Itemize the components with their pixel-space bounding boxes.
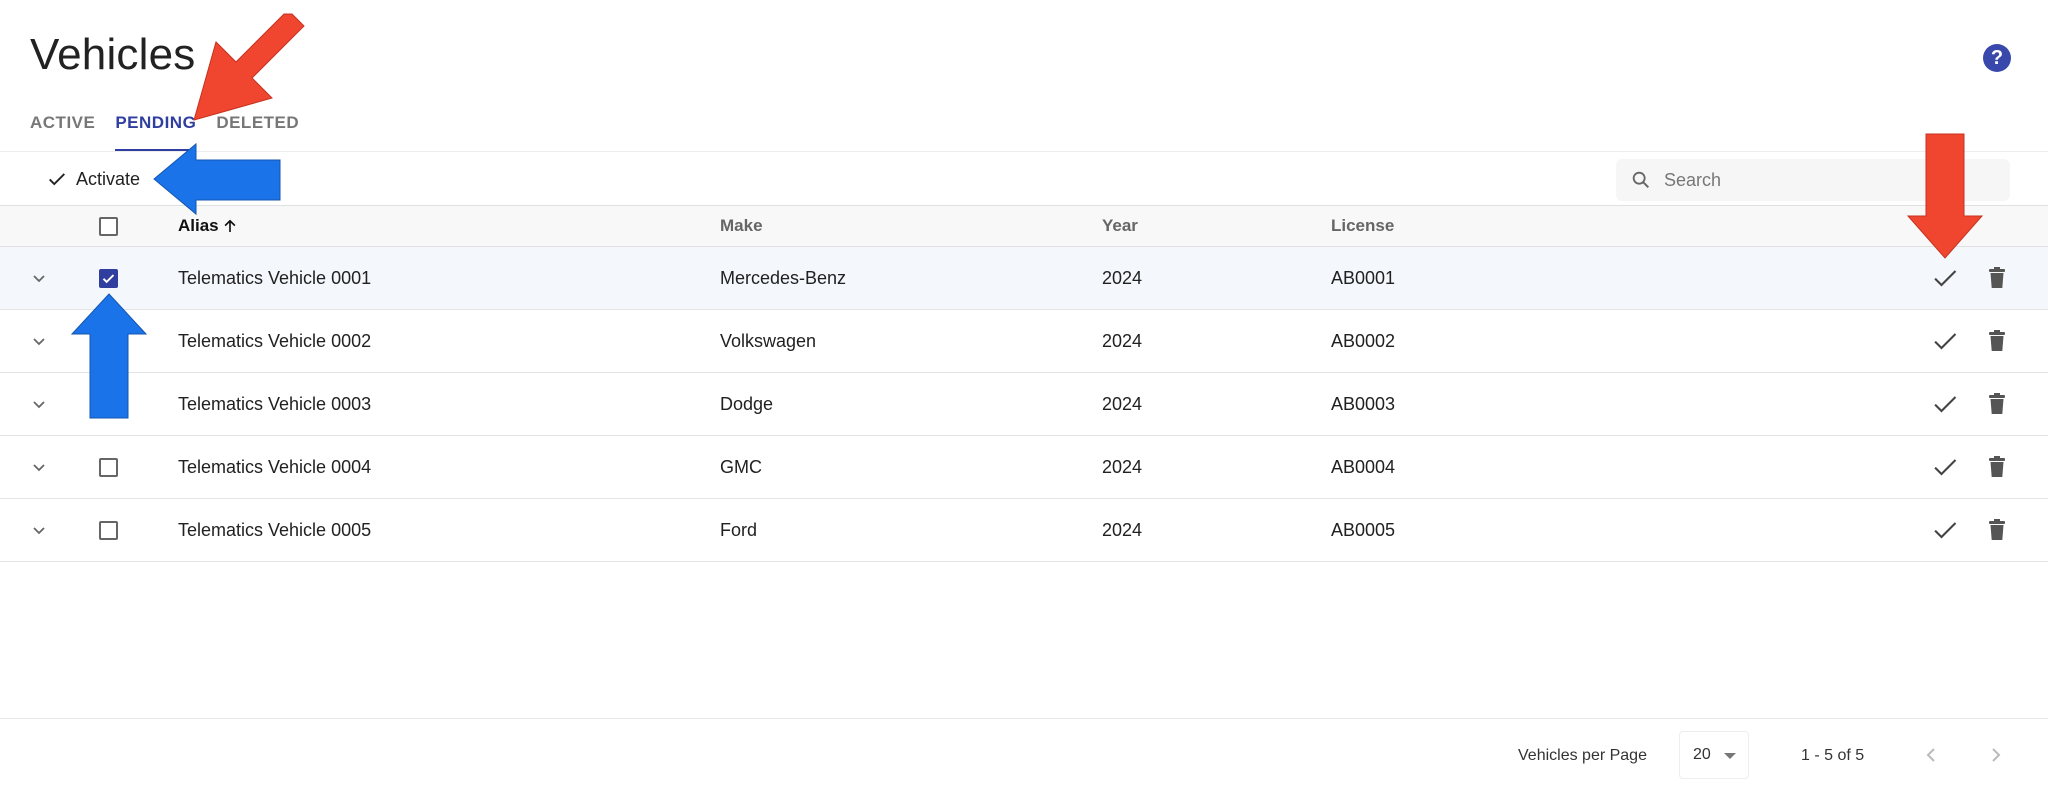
chevron-right-icon [1992,748,2001,762]
table-row[interactable]: Telematics Vehicle 0002 Volkswagen 2024 … [0,310,2048,373]
table-header: Alias Make Year License [0,205,2048,247]
column-header-make[interactable]: Make [720,206,763,246]
chevron-down-icon [33,275,45,283]
row-activate-button[interactable] [1930,499,1960,561]
expand-row-button[interactable] [26,499,52,561]
trash-icon [1989,330,2005,351]
expand-row-button[interactable] [26,247,52,309]
cell-make: GMC [720,456,762,477]
cell-make: Volkswagen [720,330,817,351]
check-icon [49,173,65,186]
check-icon [1934,459,1957,476]
row-checkbox[interactable] [98,394,118,414]
cell-year: 2024 [1102,519,1143,540]
table-row[interactable]: Telematics Vehicle 0003 Dodge 2024 AB000… [0,373,2048,436]
activate-label: Activate [76,168,141,189]
help-icon[interactable]: ? [1983,44,2011,72]
cell-license: AB0002 [1331,330,1396,351]
per-page-select[interactable]: 20 [1679,731,1749,779]
chevron-down-icon [33,527,45,535]
chevron-down-icon [33,401,45,409]
row-delete-button[interactable] [1982,247,2012,309]
trash-icon [1989,267,2005,288]
check-icon [102,273,114,283]
cell-make: Dodge [720,393,774,414]
row-delete-button[interactable] [1982,310,2012,372]
row-checkbox[interactable] [98,457,118,477]
search-icon [1632,171,1650,189]
expand-row-button[interactable] [26,373,52,435]
row-activate-button[interactable] [1930,247,1960,309]
page-title: Vehicles [30,30,196,79]
table-body: Telematics Vehicle 0001 Mercedes-Benz 20… [0,247,2048,562]
tab-pending[interactable]: PENDING [115,110,197,152]
pagination-footer: Vehicles per Page 20 1 - 5 of 5 [0,718,2048,792]
row-activate-button[interactable] [1930,310,1960,372]
check-icon [1934,270,1957,287]
cell-year: 2024 [1102,267,1143,288]
cell-make: Mercedes-Benz [720,267,847,288]
search-box [1616,159,2010,201]
select-all-checkbox[interactable] [98,216,118,236]
page-range: 1 - 5 of 5 [1801,747,1865,764]
table-row[interactable]: Telematics Vehicle 0004 GMC 2024 AB0004 [0,436,2048,499]
cell-make: Ford [720,519,758,540]
column-header-year[interactable]: Year [1102,206,1138,246]
table-row[interactable]: Telematics Vehicle 0005 Ford 2024 AB0005 [0,499,2048,562]
vehicles-table: Alias Make Year License Telematics Vehic… [0,205,2048,562]
row-delete-button[interactable] [1982,436,2012,498]
trash-icon [1989,393,2005,414]
expand-row-button[interactable] [26,310,52,372]
arrow-up-icon [224,219,236,232]
tab-active[interactable]: ACTIVE [30,110,95,152]
cell-alias: Telematics Vehicle 0002 [178,330,372,351]
tab-deleted[interactable]: DELETED [216,110,299,152]
row-checkbox[interactable] [98,520,118,540]
cell-alias: Telematics Vehicle 0004 [178,456,372,477]
chevron-left-icon [1926,748,1935,762]
row-delete-button[interactable] [1982,373,2012,435]
check-icon [1934,396,1957,413]
toolbar: Activate [0,151,2048,205]
row-checkbox[interactable] [98,331,118,351]
trash-icon [1989,456,2005,477]
cell-license: AB0003 [1331,393,1396,414]
cell-year: 2024 [1102,330,1143,351]
cell-alias: Telematics Vehicle 0001 [178,267,372,288]
table-row[interactable]: Telematics Vehicle 0001 Mercedes-Benz 20… [0,247,2048,310]
row-activate-button[interactable] [1930,436,1960,498]
prev-page-button[interactable] [1919,741,1943,769]
chevron-down-icon [33,338,45,346]
caret-down-icon [1724,753,1736,759]
cell-license: AB0001 [1331,267,1396,288]
per-page-label: Vehicles per Page [1518,747,1647,764]
activate-button[interactable]: Activate [46,164,140,194]
column-header-alias[interactable]: Alias [178,206,239,246]
column-label: Alias [178,216,219,235]
cell-license: AB0004 [1331,456,1396,477]
per-page-value: 20 [1693,746,1711,763]
column-header-license[interactable]: License [1331,206,1394,246]
status-tabs: ACTIVE PENDING DELETED [30,110,299,152]
row-checkbox[interactable] [98,268,118,288]
vehicles-page: Vehicles ? ACTIVE PENDING DELETED Activa… [0,0,2048,792]
cell-license: AB0005 [1331,519,1396,540]
cell-year: 2024 [1102,393,1143,414]
check-icon [1934,522,1957,539]
chevron-down-icon [33,464,45,472]
next-page-button[interactable] [1984,741,2008,769]
cell-alias: Telematics Vehicle 0003 [178,393,372,414]
search-input[interactable] [1664,169,1984,191]
row-activate-button[interactable] [1930,373,1960,435]
row-delete-button[interactable] [1982,499,2012,561]
expand-row-button[interactable] [26,436,52,498]
cell-alias: Telematics Vehicle 0005 [178,519,372,540]
cell-year: 2024 [1102,456,1143,477]
trash-icon [1989,519,2005,540]
check-icon [1934,333,1957,350]
